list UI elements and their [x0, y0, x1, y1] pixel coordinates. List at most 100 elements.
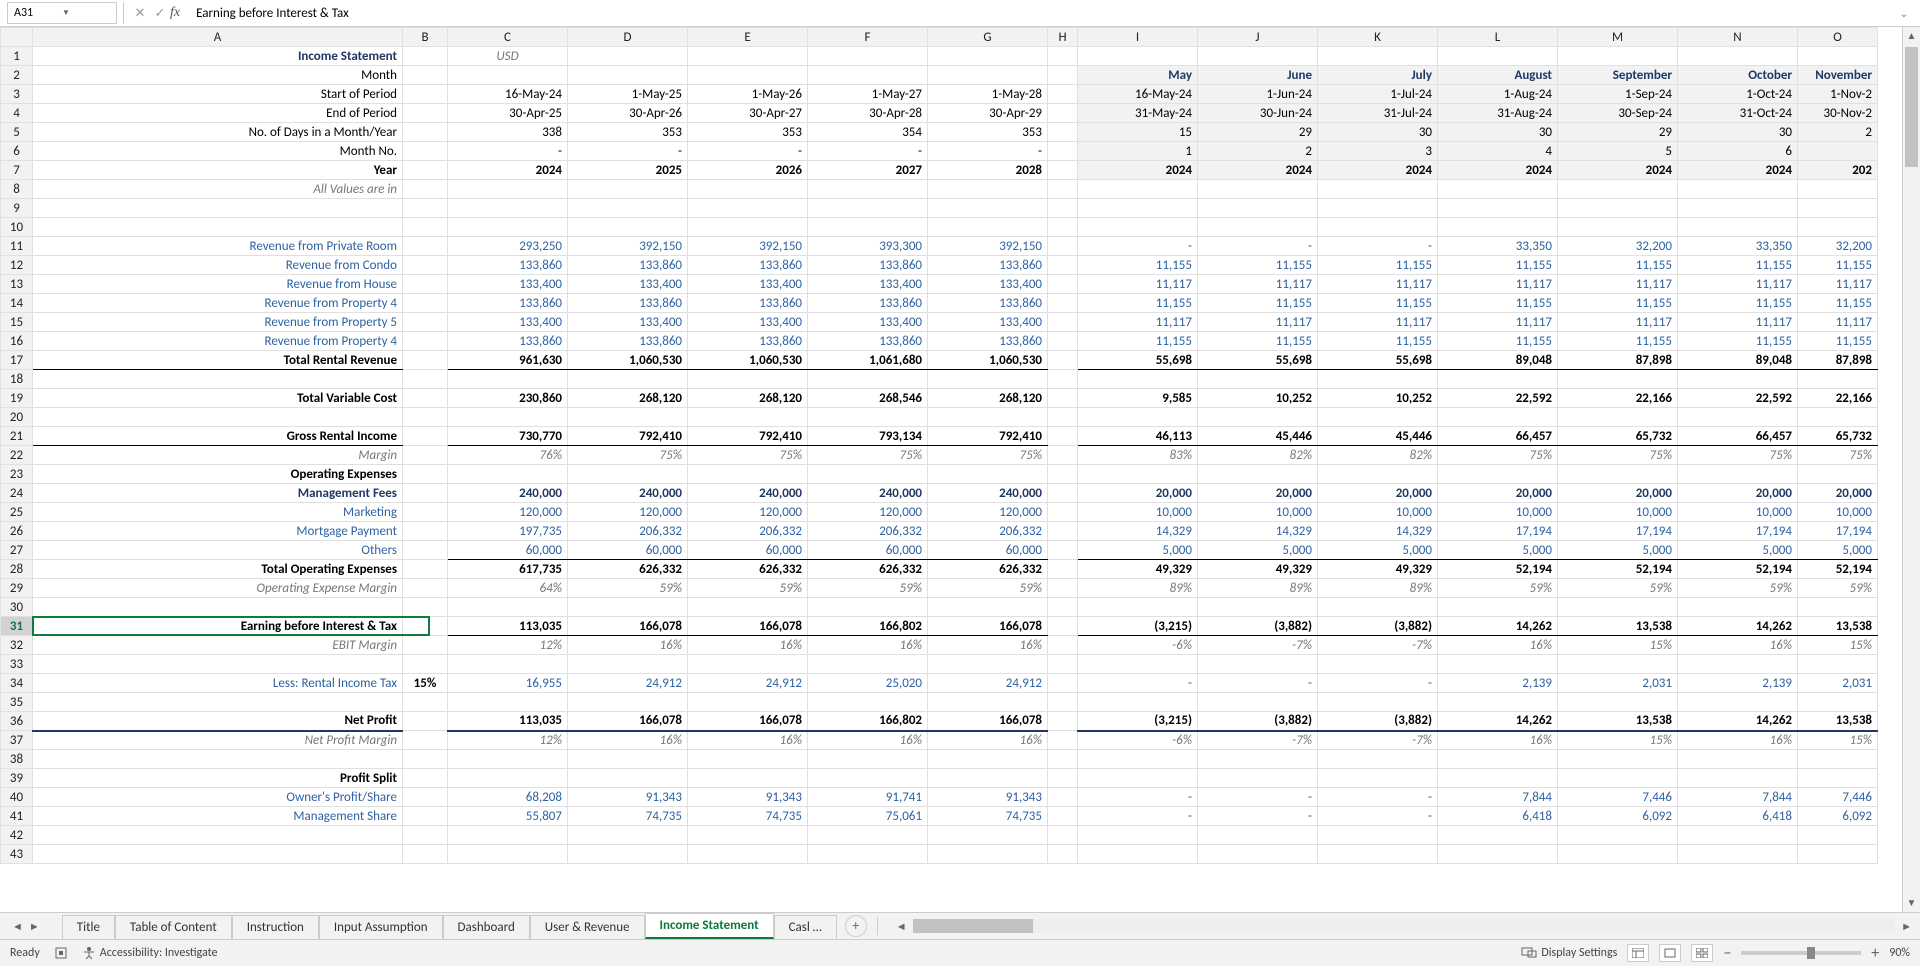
cell-C12[interactable]: 133,860 — [448, 256, 568, 275]
row-header-9[interactable]: 9 — [1, 199, 33, 218]
cell-M36[interactable]: 13,538 — [1558, 712, 1678, 731]
cell-C36[interactable]: 113,035 — [448, 712, 568, 731]
cell-G8[interactable] — [928, 180, 1048, 199]
cell-C24[interactable]: 240,000 — [448, 484, 568, 503]
cell-H34[interactable] — [1048, 674, 1078, 693]
cell-E13[interactable]: 133,400 — [688, 275, 808, 294]
cell-N1[interactable] — [1678, 47, 1798, 66]
cell-J22[interactable]: 82% — [1198, 446, 1318, 465]
cell-L28[interactable]: 52,194 — [1438, 560, 1558, 579]
cell-N8[interactable] — [1678, 180, 1798, 199]
cell-N23[interactable] — [1678, 465, 1798, 484]
cell-E31[interactable]: 166,078 — [688, 617, 808, 636]
cell-D36[interactable]: 166,078 — [568, 712, 688, 731]
row-header-35[interactable]: 35 — [1, 693, 33, 712]
cell-K2[interactable]: July — [1318, 66, 1438, 85]
cell-J34[interactable]: - — [1198, 674, 1318, 693]
cell-G11[interactable]: 392,150 — [928, 237, 1048, 256]
cell-H3[interactable] — [1048, 85, 1078, 104]
cell-E4[interactable]: 30-Apr-27 — [688, 104, 808, 123]
cell-N10[interactable] — [1678, 218, 1798, 237]
cell-M20[interactable] — [1558, 408, 1678, 427]
cell-G38[interactable] — [928, 750, 1048, 769]
cell-H15[interactable] — [1048, 313, 1078, 332]
cell-G9[interactable] — [928, 199, 1048, 218]
cell-A43[interactable] — [33, 845, 403, 864]
cell-K35[interactable] — [1318, 693, 1438, 712]
cell-N27[interactable]: 5,000 — [1678, 541, 1798, 560]
cell-E22[interactable]: 75% — [688, 446, 808, 465]
cell-E34[interactable]: 24,912 — [688, 674, 808, 693]
cell-M2[interactable]: September — [1558, 66, 1678, 85]
cell-K36[interactable]: (3,882) — [1318, 712, 1438, 731]
cell-C33[interactable] — [448, 655, 568, 674]
cell-O27[interactable]: 5,000 — [1798, 541, 1878, 560]
cell-E32[interactable]: 16% — [688, 636, 808, 655]
cell-N40[interactable]: 7,844 — [1678, 788, 1798, 807]
cancel-formula-icon[interactable]: ✕ — [130, 6, 150, 21]
cell-C38[interactable] — [448, 750, 568, 769]
cell-E35[interactable] — [688, 693, 808, 712]
cell-L8[interactable] — [1438, 180, 1558, 199]
cell-D38[interactable] — [568, 750, 688, 769]
cell-H27[interactable] — [1048, 541, 1078, 560]
macro-record-icon[interactable] — [54, 946, 68, 960]
row-header-37[interactable]: 37 — [1, 731, 33, 750]
cell-K11[interactable]: - — [1318, 237, 1438, 256]
cell-D23[interactable] — [568, 465, 688, 484]
cell-K20[interactable] — [1318, 408, 1438, 427]
cell-H38[interactable] — [1048, 750, 1078, 769]
cell-H36[interactable] — [1048, 712, 1078, 731]
cell-F36[interactable]: 166,802 — [808, 712, 928, 731]
select-all-corner[interactable] — [1, 28, 33, 47]
cell-A4[interactable]: End of Period — [33, 104, 403, 123]
cell-A23[interactable]: Operating Expenses — [33, 465, 403, 484]
cell-K40[interactable]: - — [1318, 788, 1438, 807]
cell-C2[interactable] — [448, 66, 568, 85]
cell-E7[interactable]: 2026 — [688, 161, 808, 180]
cell-J21[interactable]: 45,446 — [1198, 427, 1318, 446]
cell-C39[interactable] — [448, 769, 568, 788]
cell-F24[interactable]: 240,000 — [808, 484, 928, 503]
cell-E30[interactable] — [688, 598, 808, 617]
cell-A37[interactable]: Net Profit Margin — [33, 731, 403, 750]
sheet-tab-income-statement[interactable]: Income Statement — [645, 913, 774, 939]
cell-B25[interactable] — [403, 503, 448, 522]
row-header-39[interactable]: 39 — [1, 769, 33, 788]
cell-M26[interactable]: 17,194 — [1558, 522, 1678, 541]
cell-A7[interactable]: Year — [33, 161, 403, 180]
row-header-18[interactable]: 18 — [1, 370, 33, 389]
cell-A29[interactable]: Operating Expense Margin — [33, 579, 403, 598]
cell-N26[interactable]: 17,194 — [1678, 522, 1798, 541]
cell-G32[interactable]: 16% — [928, 636, 1048, 655]
cell-B27[interactable] — [403, 541, 448, 560]
cell-F10[interactable] — [808, 218, 928, 237]
cell-O3[interactable]: 1-Nov-2 — [1798, 85, 1878, 104]
cell-F14[interactable]: 133,860 — [808, 294, 928, 313]
cell-E29[interactable]: 59% — [688, 579, 808, 598]
cell-O33[interactable] — [1798, 655, 1878, 674]
cell-E27[interactable]: 60,000 — [688, 541, 808, 560]
row-header-26[interactable]: 26 — [1, 522, 33, 541]
cell-M1[interactable] — [1558, 47, 1678, 66]
zoom-out-button[interactable]: − — [1723, 944, 1731, 963]
row-header-16[interactable]: 16 — [1, 332, 33, 351]
cell-J3[interactable]: 1-Jun-24 — [1198, 85, 1318, 104]
cell-C26[interactable]: 197,735 — [448, 522, 568, 541]
cell-L32[interactable]: 16% — [1438, 636, 1558, 655]
col-header-N[interactable]: N — [1678, 28, 1798, 47]
row-header-12[interactable]: 12 — [1, 256, 33, 275]
cell-A12[interactable]: Revenue from Condo — [33, 256, 403, 275]
cell-O16[interactable]: 11,155 — [1798, 332, 1878, 351]
cell-I1[interactable] — [1078, 47, 1198, 66]
cell-B15[interactable] — [403, 313, 448, 332]
row-header-27[interactable]: 27 — [1, 541, 33, 560]
cell-J13[interactable]: 11,117 — [1198, 275, 1318, 294]
cell-H24[interactable] — [1048, 484, 1078, 503]
cell-A36[interactable]: Net Profit — [33, 712, 403, 731]
cell-E36[interactable]: 166,078 — [688, 712, 808, 731]
tab-nav-last-icon[interactable]: ► — [29, 920, 40, 933]
cell-B42[interactable] — [403, 826, 448, 845]
cell-J9[interactable] — [1198, 199, 1318, 218]
cell-O39[interactable] — [1798, 769, 1878, 788]
